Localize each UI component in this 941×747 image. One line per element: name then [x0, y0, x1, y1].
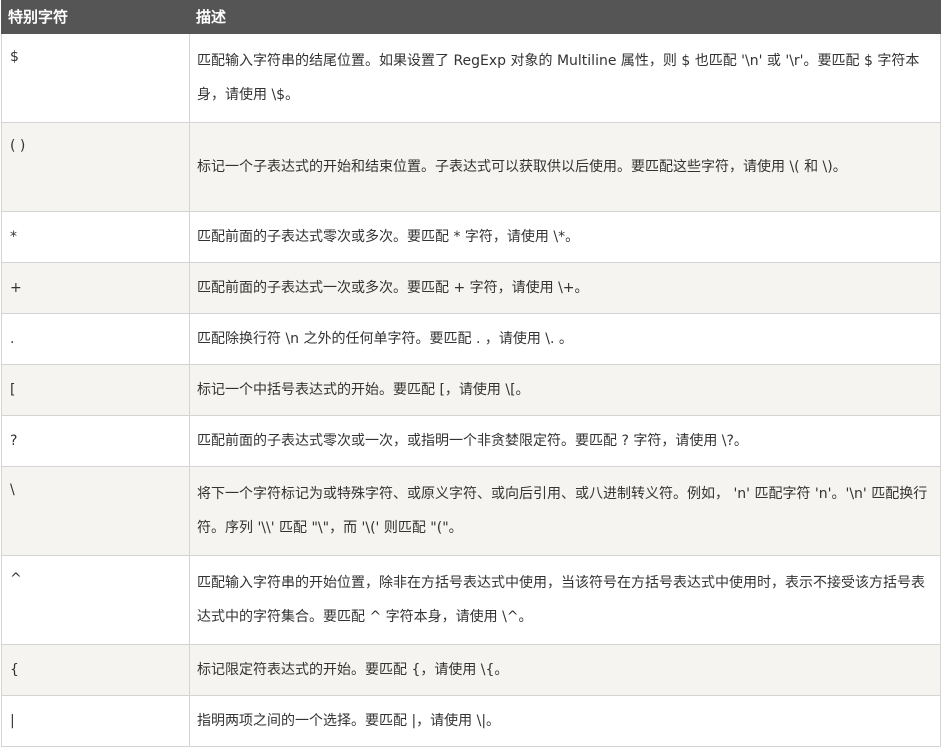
- table-row: \ 将下一个字符标记为或特殊字符、或原义字符、或向后引用、或八进制转义符。例如，…: [1, 466, 941, 556]
- description-cell: 指明两项之间的一个选择。要匹配 |，请使用 \|。: [189, 695, 941, 747]
- special-char-cell: {: [1, 644, 190, 696]
- description-cell: 匹配输入字符串的开始位置，除非在方括号表达式中使用，当该符号在方括号表达式中使用…: [189, 555, 941, 645]
- description-cell: 标记一个中括号表达式的开始。要匹配 [，请使用 \[。: [189, 364, 941, 416]
- description-cell: 匹配前面的子表达式零次或一次，或指明一个非贪婪限定符。要匹配 ? 字符，请使用 …: [189, 415, 941, 467]
- table-row: ^ 匹配输入字符串的开始位置，除非在方括号表达式中使用，当该符号在方括号表达式中…: [1, 555, 941, 645]
- table-row: ( ) 标记一个子表达式的开始和结束位置。子表达式可以获取供以后使用。要匹配这些…: [1, 122, 941, 212]
- table-row: + 匹配前面的子表达式一次或多次。要匹配 + 字符，请使用 \+。: [1, 262, 941, 314]
- table-row: { 标记限定符表达式的开始。要匹配 {，请使用 \{。: [1, 644, 941, 696]
- description-cell: 匹配前面的子表达式零次或多次。要匹配 * 字符，请使用 \*。: [189, 211, 941, 263]
- special-char-cell: +: [1, 262, 190, 314]
- special-char-cell: *: [1, 211, 190, 263]
- header-special-char: 特别字符: [1, 0, 190, 34]
- special-characters-table: 特别字符 描述 $ 匹配输入字符串的结尾位置。如果设置了 RegExp 对象的 …: [1, 0, 941, 747]
- description-cell: 将下一个字符标记为或特殊字符、或原义字符、或向后引用、或八进制转义符。例如， '…: [189, 466, 941, 556]
- special-char-cell: ?: [1, 415, 190, 467]
- description-cell: 标记一个子表达式的开始和结束位置。子表达式可以获取供以后使用。要匹配这些字符，请…: [189, 122, 941, 212]
- special-char-cell: |: [1, 695, 190, 747]
- table-body: $ 匹配输入字符串的结尾位置。如果设置了 RegExp 对象的 Multilin…: [1, 33, 941, 747]
- description-cell: 匹配输入字符串的结尾位置。如果设置了 RegExp 对象的 Multiline …: [189, 33, 941, 123]
- table-row: * 匹配前面的子表达式零次或多次。要匹配 * 字符，请使用 \*。: [1, 211, 941, 263]
- special-char-cell: ^: [1, 555, 190, 645]
- description-cell: 匹配除换行符 \n 之外的任何单字符。要匹配 . ，请使用 \. 。: [189, 313, 941, 365]
- special-char-cell: $: [1, 33, 190, 123]
- special-char-cell: ( ): [1, 122, 190, 212]
- table-row: [ 标记一个中括号表达式的开始。要匹配 [，请使用 \[。: [1, 364, 941, 416]
- special-char-cell: .: [1, 313, 190, 365]
- special-char-cell: [: [1, 364, 190, 416]
- header-description: 描述: [189, 0, 941, 34]
- table-row: ? 匹配前面的子表达式零次或一次，或指明一个非贪婪限定符。要匹配 ? 字符，请使…: [1, 415, 941, 467]
- table-row: . 匹配除换行符 \n 之外的任何单字符。要匹配 . ，请使用 \. 。: [1, 313, 941, 365]
- table-header: 特别字符 描述: [1, 0, 941, 34]
- special-char-cell: \: [1, 466, 190, 556]
- description-cell: 匹配前面的子表达式一次或多次。要匹配 + 字符，请使用 \+。: [189, 262, 941, 314]
- table-row: $ 匹配输入字符串的结尾位置。如果设置了 RegExp 对象的 Multilin…: [1, 33, 941, 123]
- description-cell: 标记限定符表达式的开始。要匹配 {，请使用 \{。: [189, 644, 941, 696]
- header-row: 特别字符 描述: [1, 0, 941, 34]
- table-row: | 指明两项之间的一个选择。要匹配 |，请使用 \|。: [1, 695, 941, 747]
